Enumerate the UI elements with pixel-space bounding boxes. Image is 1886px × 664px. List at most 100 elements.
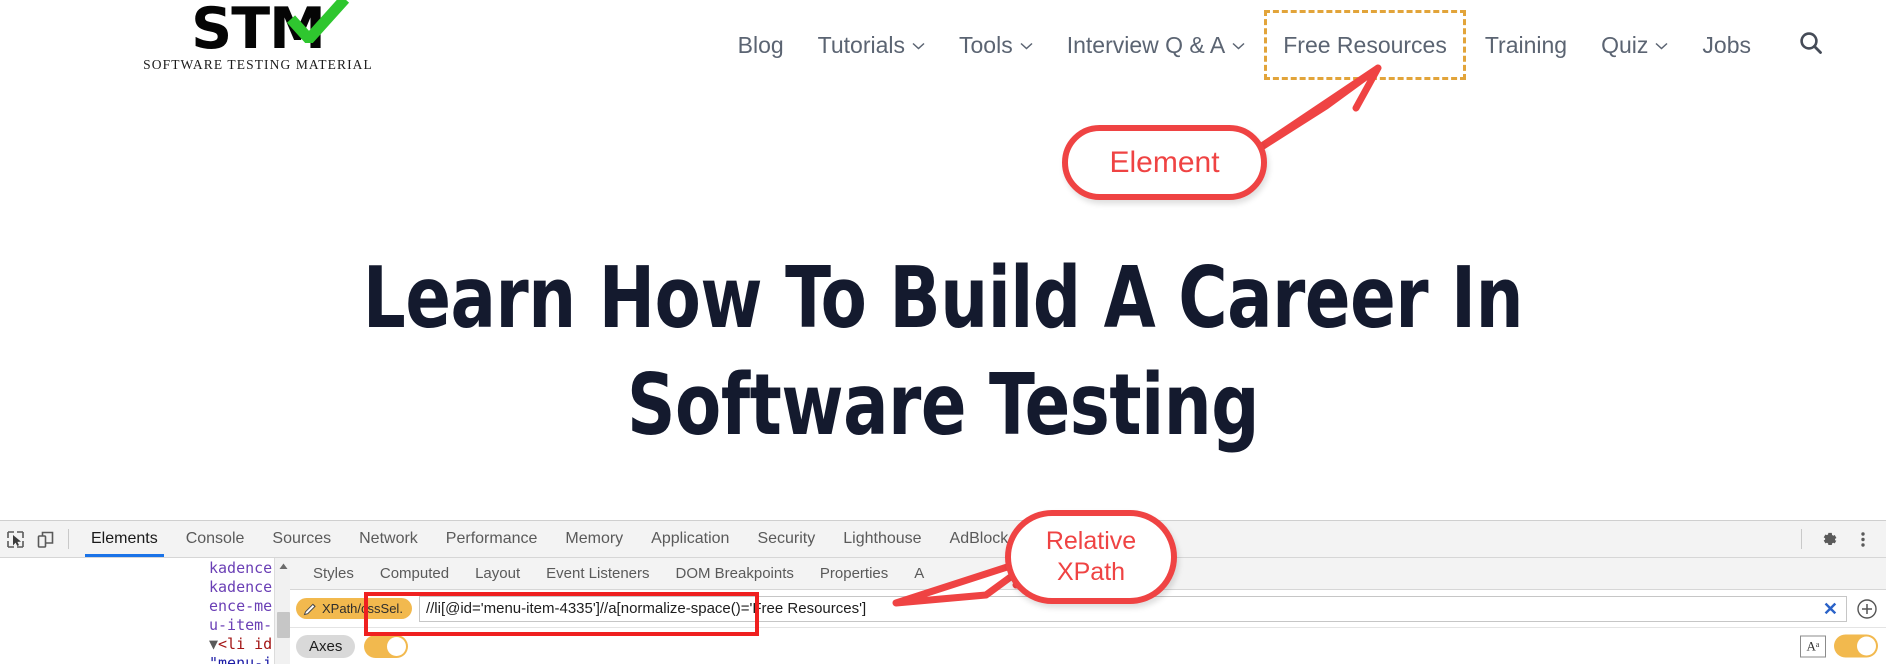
- dom-tree-line: "menu-i: [0, 654, 290, 664]
- tab-label: Sources: [272, 530, 332, 547]
- dom-tree-line: ▼<li id: [0, 635, 290, 654]
- devtools-toolbar-right: [1793, 521, 1878, 557]
- element-callout-label: Element: [1109, 145, 1220, 179]
- devtools-tab-bar: Elements Console Sources Network Perform…: [77, 521, 1022, 557]
- tab-label: DOM Breakpoints: [675, 565, 794, 582]
- site-header: STM SOFTWARE TESTING MATERIAL Blog Tutor…: [0, 0, 1886, 84]
- xpath-badge-label: XPath/cssSel.: [322, 601, 403, 616]
- nav-item-training[interactable]: Training: [1468, 23, 1584, 67]
- styles-tab-styles[interactable]: Styles: [300, 558, 367, 589]
- styles-tab-event-listeners[interactable]: Event Listeners: [533, 558, 662, 589]
- green-check-icon: [287, 0, 350, 43]
- nav-item-free-resources[interactable]: Free Resources: [1264, 10, 1466, 80]
- toolbar-divider: [1801, 529, 1802, 549]
- dom-tree-line: kadence: [0, 559, 290, 578]
- nav-item-interview-qa[interactable]: Interview Q & A: [1050, 23, 1263, 67]
- tab-label: Security: [757, 530, 816, 547]
- xpath-mode-badge[interactable]: XPath/cssSel.: [296, 598, 412, 619]
- styles-tab-accessibility[interactable]: A: [901, 558, 937, 589]
- element-callout: Element: [1062, 125, 1267, 200]
- dom-tree-scrollbar[interactable]: [274, 558, 290, 664]
- nav-item-jobs[interactable]: Jobs: [1685, 23, 1768, 67]
- nav-label: Quiz: [1601, 32, 1649, 58]
- tab-label: Styles: [313, 565, 354, 582]
- main-navigation: Blog Tutorials Tools Interview Q & A Fre…: [721, 10, 1768, 80]
- relative-xpath-callout-line1: Relative: [1045, 527, 1137, 555]
- tab-label: AdBlock: [949, 530, 1009, 547]
- pencil-icon: [303, 603, 316, 615]
- dom-line-text: kadence: [209, 578, 273, 596]
- tab-label: Application: [651, 530, 730, 547]
- tab-label: Memory: [565, 530, 624, 547]
- devtools-tab-console[interactable]: Console: [172, 521, 259, 557]
- dom-line-text: kadence: [209, 559, 273, 577]
- toggle-knob: [1857, 636, 1876, 656]
- plus-circle-icon[interactable]: [1854, 596, 1880, 622]
- dom-line-text: <li id: [218, 635, 273, 653]
- device-toolbar-icon[interactable]: [30, 525, 60, 553]
- gear-icon[interactable]: [1814, 525, 1844, 553]
- highlight-toggle[interactable]: [1834, 634, 1878, 658]
- devtools-toolbar: Elements Console Sources Network Perform…: [0, 521, 1886, 558]
- tab-label: Performance: [445, 530, 538, 547]
- dom-tree-pane[interactable]: kadence kadence ence-me u-item- ▼<li id …: [0, 558, 290, 664]
- search-icon[interactable]: [1794, 26, 1828, 60]
- dom-tree-line: u-item-: [0, 616, 290, 635]
- styles-tab-layout[interactable]: Layout: [462, 558, 533, 589]
- logo-mark: STM: [191, 0, 350, 58]
- nav-label: Tutorials: [817, 32, 906, 58]
- devtools-tab-performance[interactable]: Performance: [432, 521, 552, 557]
- page-title-line1: Learn How To Build A Career In: [362, 249, 1524, 348]
- chevron-down-icon: [912, 42, 925, 50]
- nav-label: Free Resources: [1283, 32, 1447, 58]
- styles-tab-computed[interactable]: Computed: [367, 558, 462, 589]
- scroll-up-icon[interactable]: [275, 558, 290, 575]
- styles-tab-properties[interactable]: Properties: [807, 558, 901, 589]
- scrollbar-thumb[interactable]: [277, 612, 290, 638]
- axes-row-right: Aᵃ: [1800, 634, 1878, 658]
- tab-label: A: [914, 565, 925, 582]
- devtools-tab-lighthouse[interactable]: Lighthouse: [829, 521, 935, 557]
- axes-label: Axes: [309, 637, 343, 655]
- devtools-tab-network[interactable]: Network: [345, 521, 432, 557]
- match-case-icon[interactable]: Aᵃ: [1800, 635, 1826, 657]
- dom-line-text: ence-me: [209, 597, 273, 615]
- more-vertical-icon[interactable]: [1848, 525, 1878, 553]
- tab-label: Computed: [379, 565, 450, 582]
- devtools-tab-sources[interactable]: Sources: [258, 521, 345, 557]
- styles-tab-dom-breakpoints[interactable]: DOM Breakpoints: [663, 558, 807, 589]
- devtools-tab-security[interactable]: Security: [743, 521, 829, 557]
- nav-item-tutorials[interactable]: Tutorials: [801, 23, 942, 67]
- screenshot-root: STM SOFTWARE TESTING MATERIAL Blog Tutor…: [0, 0, 1886, 664]
- nav-label: Jobs: [1702, 32, 1751, 58]
- dom-line-text: "menu-i: [209, 654, 273, 664]
- chevron-down-icon: [1232, 42, 1245, 50]
- tab-label: Elements: [91, 530, 158, 547]
- dom-line-text: u-item-: [209, 616, 273, 634]
- devtools-tab-memory[interactable]: Memory: [551, 521, 637, 557]
- dom-tree-line: kadence: [0, 578, 290, 597]
- nav-label: Training: [1484, 32, 1568, 58]
- close-x-icon[interactable]: ✕: [1823, 600, 1838, 618]
- hero-section: Learn How To Build A Career In Software …: [0, 245, 1886, 459]
- toolbar-divider: [68, 529, 69, 549]
- tab-label: Layout: [475, 565, 521, 582]
- chevron-down-icon: [1020, 42, 1033, 50]
- axes-label-badge[interactable]: Axes: [296, 634, 356, 658]
- devtools-tab-application[interactable]: Application: [637, 521, 743, 557]
- tab-label: Network: [359, 530, 418, 547]
- devtools-tab-elements[interactable]: Elements: [77, 521, 172, 557]
- site-logo[interactable]: STM SOFTWARE TESTING MATERIAL: [143, 0, 372, 80]
- relative-xpath-callout-line2: XPath: [1056, 558, 1126, 586]
- expand-triangle-icon[interactable]: ▼: [209, 635, 218, 653]
- page-title-line2: Software Testing: [627, 356, 1259, 455]
- tab-label: Event Listeners: [546, 565, 650, 582]
- inspect-element-icon[interactable]: [0, 525, 30, 553]
- nav-item-blog[interactable]: Blog: [721, 23, 801, 67]
- toggle-knob: [387, 636, 407, 656]
- nav-item-tools[interactable]: Tools: [942, 23, 1050, 67]
- axes-toggle[interactable]: [364, 634, 409, 658]
- tab-label: Console: [185, 530, 245, 547]
- relative-xpath-callout: Relative XPath: [1005, 510, 1177, 604]
- nav-item-quiz[interactable]: Quiz: [1584, 23, 1685, 67]
